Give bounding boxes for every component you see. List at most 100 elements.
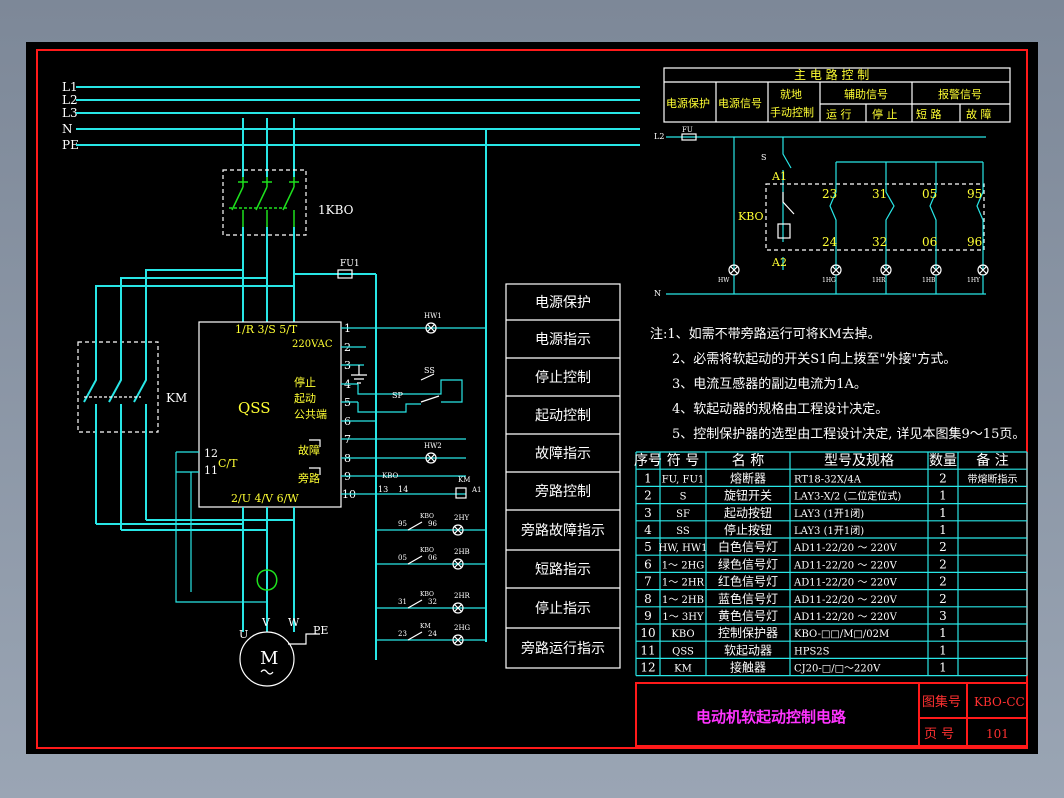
control-row-1: 95 96 2HY KBO	[376, 513, 486, 536]
ctrl-n-label: N	[654, 289, 661, 298]
control-header-table: 主 电 路 控 制 电源保护 电源信号 就地 手动控制 辅助信号 运 行 停 止…	[663, 67, 1011, 123]
bom-cell: KM	[674, 664, 692, 675]
bom-cell: 1	[939, 661, 947, 675]
bom-cell: AD11-22/20 ～ 220V	[793, 612, 898, 623]
control-circuit: L2 FU N S A1 A2 KBO 23 31 05 95 24 32 06…	[654, 126, 989, 298]
start-wire	[357, 402, 421, 413]
row1-c2: 96	[428, 520, 437, 528]
header-col-manual: 手动控制	[770, 105, 814, 119]
motor-phase-v: V	[261, 616, 271, 629]
breaker-1kbo-contacts	[229, 177, 299, 227]
sp-label: SP	[392, 391, 403, 400]
header-col-stopped: 停 止	[872, 107, 898, 121]
qss-bypass-label: 旁路	[298, 471, 320, 485]
header-col-power-protection: 电源保护	[666, 96, 710, 110]
qss-voltage: 220VAC	[292, 339, 333, 350]
bom-header-cell: 型号及规格	[824, 453, 894, 469]
ctrl-lamp-hw	[728, 264, 740, 294]
note-1: 注:1、如需不带旁路运行可将KM去掉。	[650, 326, 881, 342]
contactor-km-label: KM	[166, 391, 187, 405]
ctrl-fu-label: FU	[682, 126, 693, 134]
bom-cell: 1	[939, 643, 947, 657]
schematic-drawing: L1 L2 L3 N PE 1 KBO KM FU1 1/R 3/S 5/T 22…	[36, 49, 1028, 749]
bom-cell: AD11-22/20 ～ 220V	[793, 560, 898, 571]
bom-cell: LAY3-X/2 (二位定位式)	[794, 490, 901, 503]
bypass-branch-top	[95, 269, 294, 300]
header-col-running: 运 行	[826, 108, 852, 121]
bom-cell: 停止按钮	[724, 522, 772, 537]
function-label: 电源保护	[535, 295, 591, 311]
control-row-2: 05 06 2HB KBO	[376, 547, 486, 570]
lamp-1hy-label: 1HY	[967, 277, 981, 284]
kbo-aux-contact	[782, 192, 795, 215]
row4-c2: 24	[428, 630, 437, 638]
bom-cell: KBO	[671, 629, 694, 640]
row1-c1: 95	[398, 520, 407, 528]
row1-tag: KBO	[420, 513, 434, 520]
row2-tag: KBO	[420, 547, 434, 554]
note-2: 2、必需将软起动的开关S1向上拨至"外接"方式。	[672, 351, 956, 367]
bom-header-cell: 数量	[929, 453, 957, 469]
function-label-list: 电源保护电源指示停止控制起动控制故障指示旁路控制旁路故障指示短路指示停止指示旁路…	[505, 283, 621, 669]
bypass-merge-wires	[96, 519, 294, 531]
motor-phase-u: U	[239, 628, 248, 641]
row2-lamp: 2HB	[454, 548, 470, 556]
ctrl-l2-label: L2	[654, 132, 664, 141]
lamp-hw2-label: HW2	[424, 442, 442, 450]
function-label: 短路指示	[535, 562, 591, 578]
function-label: 电源指示	[535, 332, 591, 348]
title-block: 电动机软起动控制电路 图集号 KBO-CC 页 号 101	[635, 682, 1028, 747]
ctrl-s-label: S	[761, 153, 766, 162]
bom-cell: 1	[939, 523, 947, 537]
bom-cell: 1～ 2HG	[662, 560, 705, 571]
motor-label: M	[260, 648, 278, 669]
bom-cell: 2	[939, 592, 947, 606]
bom-header-cell: 符 号	[667, 453, 699, 469]
bom-cell: HPS2S	[794, 646, 830, 657]
bom-cell: KBO-□□/M□/02M	[794, 629, 889, 640]
ct-wires	[175, 451, 267, 603]
fuse-fu1-label: FU1	[340, 259, 360, 269]
motor-phase-w: W	[288, 616, 300, 629]
page-number-label: 页 号	[924, 727, 954, 742]
bom-cell: 6	[644, 557, 652, 571]
lamp-1hr-label: 1HR	[872, 277, 886, 284]
terminal-11: 11	[204, 464, 218, 477]
label-14: 14	[398, 485, 408, 494]
bus-label-l3: L3	[62, 106, 78, 120]
bom-cell: 2	[939, 575, 947, 589]
bom-cell: 1	[939, 626, 947, 640]
lamp-1hb-label: 1HB	[922, 277, 936, 284]
row3-tag: KBO	[420, 591, 434, 598]
drawing-title: 电动机软起动控制电路	[696, 708, 847, 726]
bom-cell: 旋钮开关	[724, 488, 772, 503]
row4-c1: 23	[398, 630, 407, 638]
row3-lamp: 2HR	[454, 592, 471, 600]
bom-cell: 9	[644, 609, 652, 623]
cad-viewer: L1 L2 L3 N PE 1 KBO KM FU1 1/R 3/S 5/T 22…	[0, 0, 1064, 798]
header-col-short: 短 路	[916, 107, 942, 121]
lamp-1hg-label: 1HG	[822, 277, 836, 284]
bom-cell: 2	[644, 489, 652, 503]
header-col-alarm-signal: 报警信号	[938, 87, 982, 101]
bom-cell: 1	[939, 506, 947, 520]
qss-start-label: 起动	[294, 392, 316, 405]
header-col-fault: 故 障	[966, 107, 992, 121]
bus-label-n: N	[62, 122, 73, 136]
ctrl-lamps	[728, 264, 989, 294]
bus-bars: L1 L2 L3 N PE	[62, 80, 640, 152]
drawing-canvas: L1 L2 L3 N PE 1 KBO KM FU1 1/R 3/S 5/T 22…	[26, 42, 1038, 754]
bom-cell: 起动按钮	[724, 505, 772, 520]
header-col-local: 就地	[780, 87, 802, 101]
kbo-coil	[777, 223, 791, 239]
bom-cell: 3	[644, 506, 652, 520]
bom-cell: 软起动器	[724, 643, 772, 657]
qss-fault-label: 故障	[298, 443, 320, 457]
bom-cell: AD11-22/20 ～ 220V	[793, 595, 898, 606]
row2-c1: 05	[398, 554, 407, 562]
bom-header-cell: 名 称	[732, 453, 764, 469]
bom-cell: 10	[640, 626, 655, 640]
ctrl-a1-label: A1	[771, 170, 787, 183]
bom-header-cell: 备 注	[976, 452, 1008, 469]
contact-32: 32	[872, 235, 887, 249]
